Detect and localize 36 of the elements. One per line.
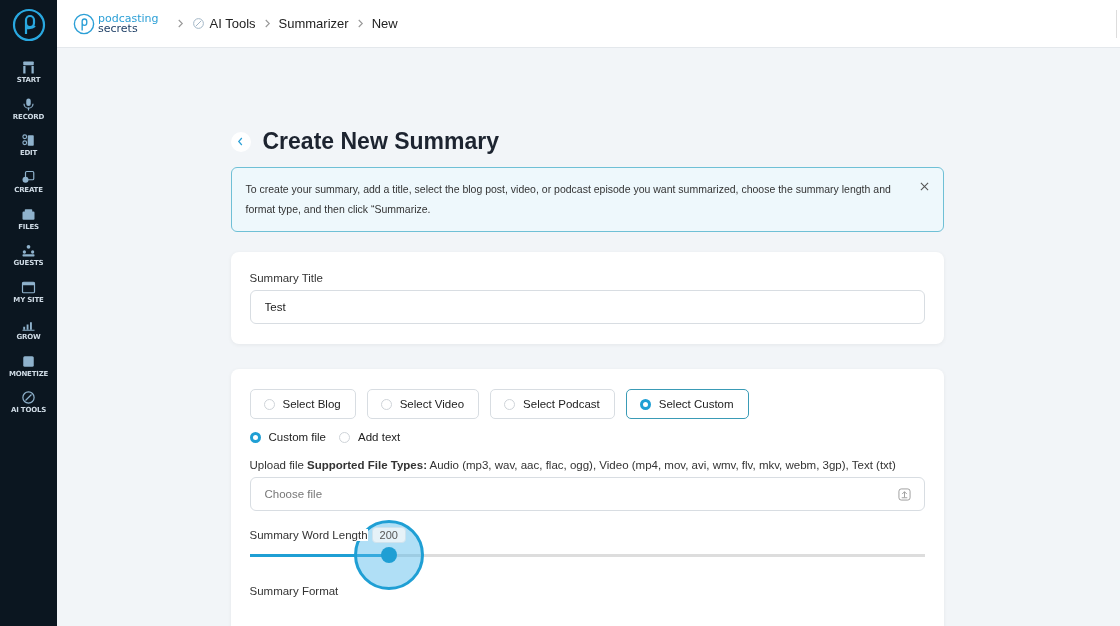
field-label: Summary Format — [249, 585, 340, 597]
breadcrumb-link[interactable]: New — [371, 16, 398, 31]
chevron-right-icon — [176, 19, 184, 28]
radio-option[interactable]: Add text — [339, 431, 401, 443]
page-title: Create New Summary — [262, 128, 499, 155]
source-option[interactable]: Select Blog — [249, 389, 356, 419]
source-option[interactable]: Select Custom — [625, 389, 749, 419]
logo-icon[interactable] — [11, 8, 46, 42]
back-button[interactable] — [230, 131, 251, 152]
slider-thumb[interactable] — [380, 547, 397, 563]
chevron-left-icon — [237, 137, 244, 146]
upload-icon — [897, 488, 911, 501]
ai-tools-icon — [21, 390, 36, 406]
ai-tools-icon — [191, 17, 205, 30]
chevron-right-icon — [356, 19, 364, 28]
close-icon[interactable] — [919, 182, 929, 191]
notice-text: To create your summary, add a title, select the blog post, video, or podcast episode you want summarized, choose the summary length and format type, and then click “Summarize. — [245, 182, 892, 217]
browser-window-icon — [21, 280, 36, 296]
summary-title-field[interactable]: Test — [249, 290, 925, 324]
field-label: Summary Word Length — [249, 529, 368, 541]
podcasting-secrets-logo[interactable]: podcasting secrets — [73, 12, 159, 35]
upload-label: Upload file Supported File Types: Audio (mp3, wav, aac, flac, ogg), Video (mp4, mov, avi, wmv, flv, mkv, webm, 3gp), Text (txt) — [249, 459, 897, 471]
field-label: Summary Title — [249, 272, 324, 284]
easel-icon — [21, 60, 36, 75]
breadcrumb-link[interactable]: AI Tools — [209, 16, 256, 31]
value-badge: 200 — [371, 527, 406, 543]
file-upload-field[interactable]: Choose file — [249, 477, 925, 511]
people-icon — [21, 243, 36, 259]
chevron-right-icon — [263, 19, 271, 28]
source-option[interactable]: Select Podcast — [490, 389, 615, 419]
microphone-icon — [21, 96, 36, 112]
breadcrumb-link[interactable]: Summarizer — [278, 16, 349, 31]
folder-icon — [21, 206, 36, 222]
media-icon — [21, 170, 36, 186]
source-option[interactable]: Select Video — [366, 389, 480, 419]
radio-option[interactable]: Custom file — [249, 431, 327, 443]
